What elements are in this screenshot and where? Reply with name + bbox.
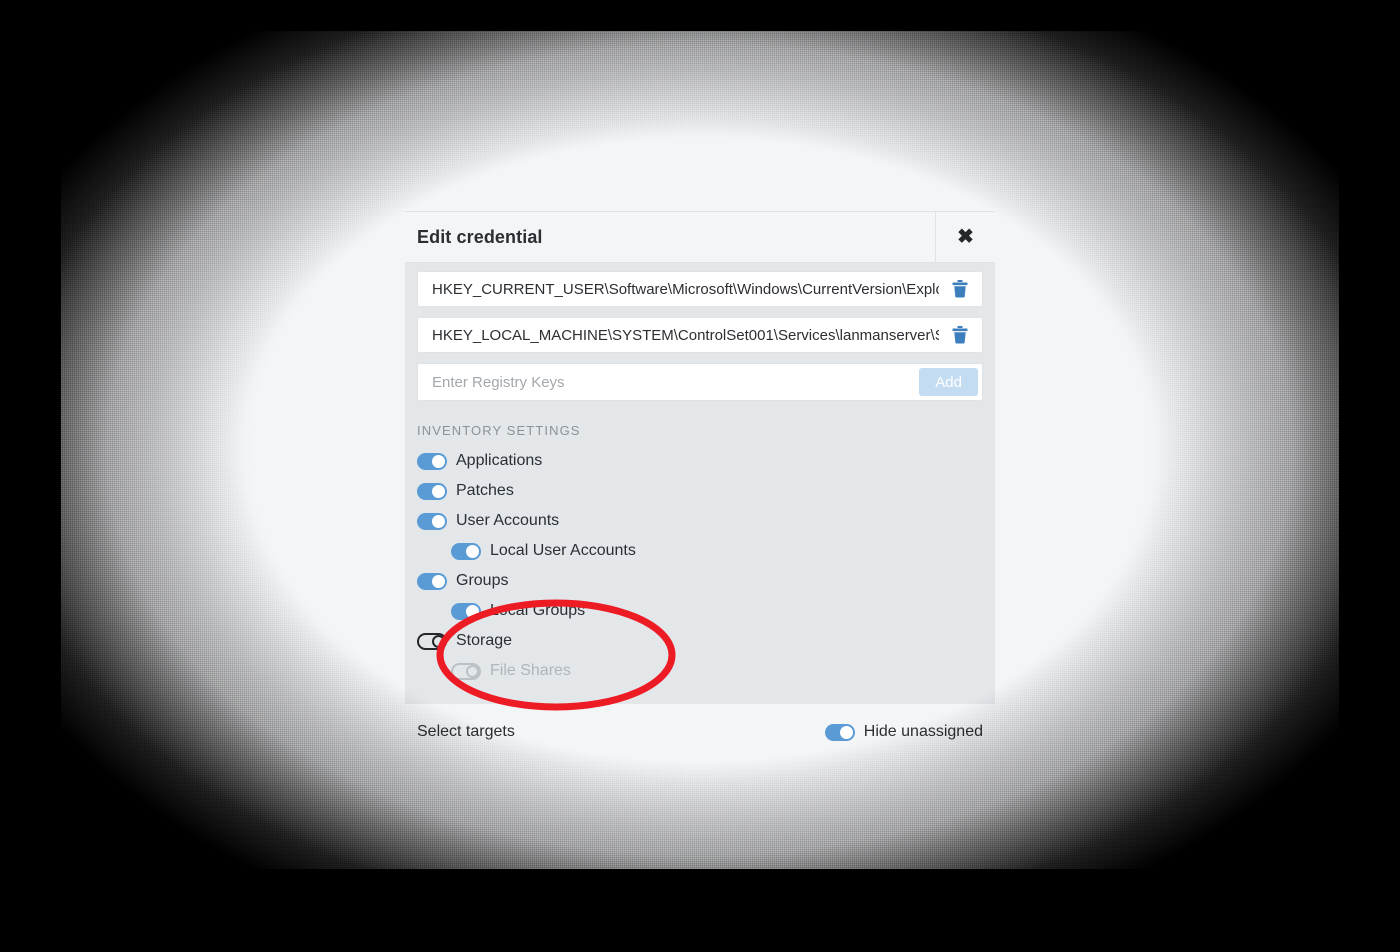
trash-icon bbox=[952, 326, 968, 344]
toggle-local-groups[interactable] bbox=[451, 602, 481, 620]
toggle-row-file-shares[interactable]: File Shares bbox=[405, 656, 995, 686]
toggle-groups[interactable] bbox=[417, 572, 447, 590]
toggle-knob-icon bbox=[432, 514, 445, 528]
delete-registry-key-button[interactable] bbox=[939, 280, 982, 298]
toggle-knob-icon bbox=[466, 544, 479, 558]
toggle-label: Storage bbox=[456, 632, 513, 649]
inventory-settings-heading: INVENTORY SETTINGS bbox=[417, 423, 581, 438]
toggle-row-groups[interactable]: Groups bbox=[405, 566, 995, 596]
registry-key-input[interactable] bbox=[418, 373, 920, 391]
page-title: Edit credential bbox=[417, 226, 543, 247]
toggle-label: File Shares bbox=[490, 662, 571, 679]
toggle-user-accounts[interactable] bbox=[417, 512, 447, 530]
modal-footer: Select targets Hide unassigned bbox=[405, 704, 995, 746]
delete-registry-key-button[interactable] bbox=[939, 326, 982, 344]
close-icon: ✖ bbox=[957, 226, 974, 248]
toggle-row-applications[interactable]: Applications bbox=[405, 446, 995, 476]
registry-key-input-row: Add bbox=[417, 363, 983, 401]
toggle-knob-icon bbox=[432, 454, 445, 468]
toggle-row-storage[interactable]: Storage bbox=[405, 626, 995, 656]
toggle-hide-unassigned[interactable] bbox=[824, 723, 855, 741]
toggle-patches[interactable] bbox=[417, 482, 447, 500]
toggle-knob-icon bbox=[432, 634, 445, 648]
toggle-label: Patches bbox=[456, 482, 514, 499]
toggle-label: Hide unassigned bbox=[863, 723, 983, 740]
toggle-file-shares[interactable] bbox=[451, 662, 481, 680]
toggle-label: Local Groups bbox=[490, 602, 586, 619]
toggle-row-user-accounts[interactable]: User Accounts bbox=[405, 506, 995, 536]
modal-header: Edit credential ✖ bbox=[405, 211, 995, 263]
toggle-row-local-groups[interactable]: Local Groups bbox=[405, 596, 995, 626]
toggle-label: Applications bbox=[456, 452, 543, 469]
toggle-knob-icon bbox=[432, 484, 445, 498]
toggle-label: User Accounts bbox=[456, 512, 560, 529]
toggle-row-local-user-accounts[interactable]: Local User Accounts bbox=[405, 536, 995, 566]
toggle-knob-icon bbox=[466, 604, 479, 618]
toggle-label: Local User Accounts bbox=[490, 542, 636, 559]
toggle-local-user-accounts[interactable] bbox=[451, 542, 481, 560]
browser-page: Edit credential ✖ HKEY_CURRENT_USER\Soft… bbox=[61, 31, 1339, 869]
registry-key-value: HKEY_LOCAL_MACHINE\SYSTEM\ControlSet001\… bbox=[432, 326, 939, 344]
toggle-knob-icon bbox=[839, 725, 853, 739]
screenshot-frame: Edit credential ✖ HKEY_CURRENT_USER\Soft… bbox=[0, 0, 1400, 952]
select-targets-label: Select targets bbox=[417, 723, 515, 740]
hide-unassigned-control[interactable]: Hide unassigned bbox=[824, 723, 983, 741]
registry-key-value: HKEY_CURRENT_USER\Software\Microsoft\Win… bbox=[432, 280, 939, 298]
toggle-storage[interactable] bbox=[417, 632, 447, 650]
trash-icon bbox=[952, 280, 968, 298]
edit-credential-modal: Edit credential ✖ HKEY_CURRENT_USER\Soft… bbox=[405, 211, 995, 746]
add-registry-key-button[interactable]: Add bbox=[919, 368, 978, 396]
toggle-knob-icon bbox=[432, 574, 445, 588]
registry-key-row: HKEY_CURRENT_USER\Software\Microsoft\Win… bbox=[417, 271, 983, 307]
toggle-label: Groups bbox=[456, 572, 509, 589]
close-button[interactable]: ✖ bbox=[935, 212, 995, 262]
modal-body: HKEY_CURRENT_USER\Software\Microsoft\Win… bbox=[405, 263, 995, 704]
toggle-row-patches[interactable]: Patches bbox=[405, 476, 995, 506]
toggle-applications[interactable] bbox=[417, 452, 447, 470]
toggle-knob-icon bbox=[466, 664, 479, 678]
registry-key-row: HKEY_LOCAL_MACHINE\SYSTEM\ControlSet001\… bbox=[417, 317, 983, 353]
